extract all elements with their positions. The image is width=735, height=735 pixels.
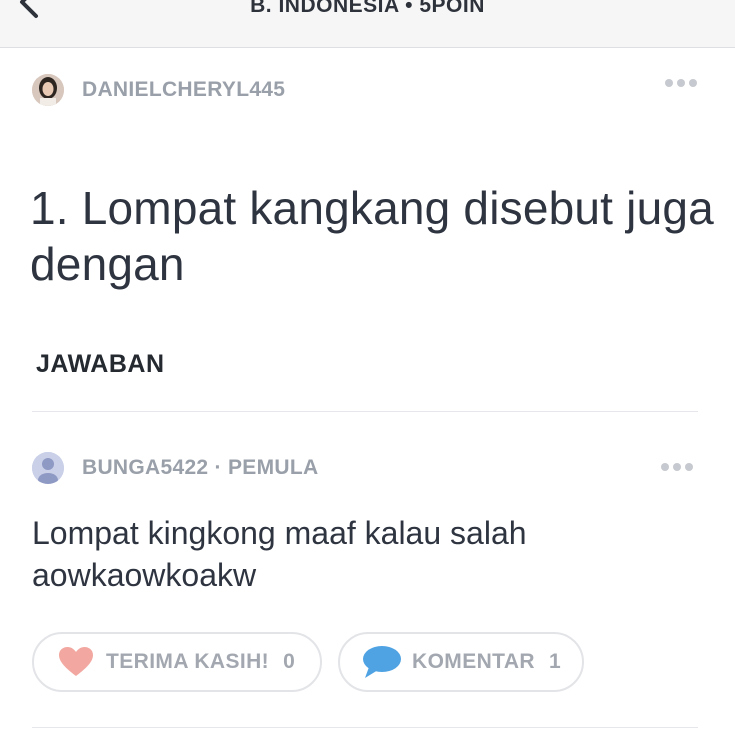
more-dots-icon (665, 79, 673, 87)
question-author-row: DANIELCHERYL445 (30, 72, 705, 110)
more-dot (685, 463, 693, 471)
comment-bubble-icon (362, 645, 402, 679)
answer-author-name[interactable]: BUNGA5422 · PEMULA (82, 456, 318, 480)
answer-author-row: BUNGA5422 · PEMULA (30, 450, 705, 488)
more-dot (689, 79, 697, 87)
question-text: 1. Lompat kangkang disebut juga dengan (30, 182, 714, 290)
question-author-name[interactable]: DANIELCHERYL445 (82, 78, 285, 102)
answers-section-label: JAWABAN (36, 350, 165, 378)
more-dots-icon (661, 463, 669, 471)
answer-more-button[interactable] (659, 458, 695, 476)
avatar[interactable] (32, 74, 64, 106)
comment-button[interactable]: KOMENTAR 1 (338, 632, 584, 692)
question-more-button[interactable] (663, 74, 699, 92)
more-dot (677, 79, 685, 87)
thanks-count: 0 (283, 650, 295, 673)
comment-label: KOMENTAR (412, 650, 535, 673)
subject-title: B. INDONESIA • 5POIN (250, 0, 485, 17)
more-dot (673, 463, 681, 471)
answer-text: Lompat kingkong maaf kalau salah aowkaow… (32, 515, 527, 593)
divider (32, 727, 698, 728)
heart-icon (56, 645, 96, 679)
thanks-label: TERIMA KASIH! (106, 650, 270, 673)
user-photo-icon (32, 74, 64, 106)
thanks-button[interactable]: TERIMA KASIH! 0 (32, 632, 322, 692)
avatar[interactable] (32, 452, 64, 484)
comment-count: 1 (548, 650, 561, 673)
default-user-icon (32, 452, 64, 484)
top-bar: B. INDONESIA • 5POIN (0, 0, 735, 48)
divider (32, 411, 698, 412)
